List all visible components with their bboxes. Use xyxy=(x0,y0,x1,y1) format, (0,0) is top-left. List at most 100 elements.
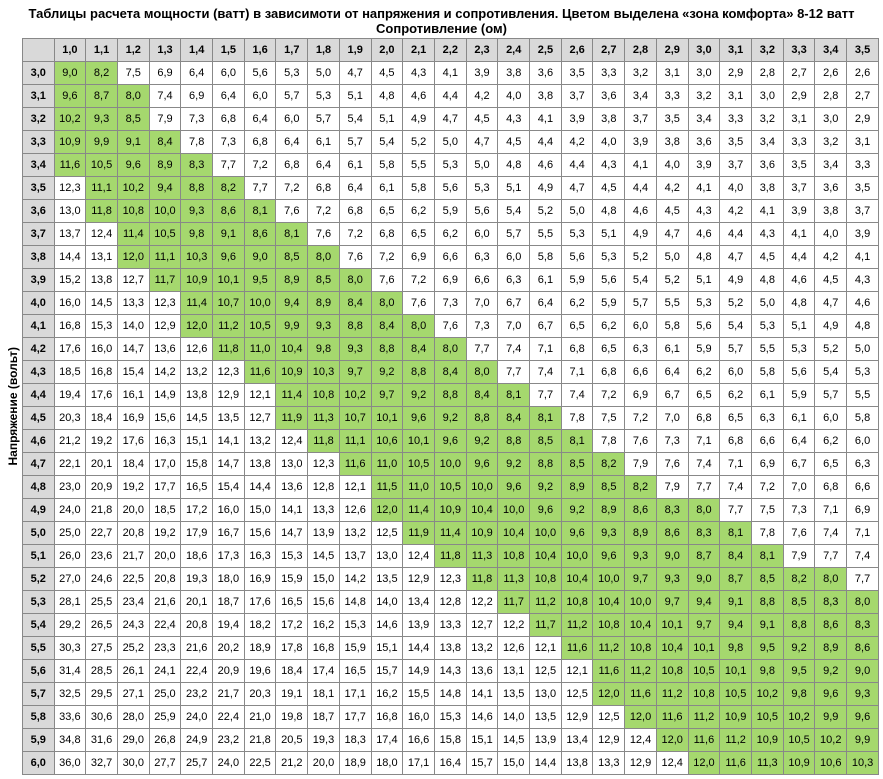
power-cell: 16,5 xyxy=(339,660,371,683)
power-cell: 12,3 xyxy=(54,177,86,200)
power-cell: 11,3 xyxy=(466,545,498,568)
power-cell: 7,0 xyxy=(783,476,815,499)
power-cell: 4,3 xyxy=(403,62,435,85)
power-cell: 12,8 xyxy=(434,591,466,614)
power-cell: 10,1 xyxy=(403,430,435,453)
power-cell: 7,6 xyxy=(434,315,466,338)
power-cell: 12,0 xyxy=(117,246,149,269)
power-cell: 13,7 xyxy=(339,545,371,568)
power-cell: 17,2 xyxy=(276,614,308,637)
power-cell: 5,0 xyxy=(466,154,498,177)
power-cell: 8,2 xyxy=(593,453,625,476)
power-cell: 10,2 xyxy=(54,108,86,131)
power-cell: 14,9 xyxy=(149,384,181,407)
power-cell: 14,4 xyxy=(54,246,86,269)
power-cell: 5,3 xyxy=(308,85,340,108)
power-cell: 3,9 xyxy=(625,131,657,154)
power-cell: 10,3 xyxy=(308,361,340,384)
power-cell: 3,1 xyxy=(656,62,688,85)
power-cell: 9,1 xyxy=(720,591,752,614)
power-cell: 7,1 xyxy=(561,361,593,384)
power-cell: 4,3 xyxy=(593,154,625,177)
col-header: 1,4 xyxy=(181,39,213,62)
power-cell: 4,7 xyxy=(466,131,498,154)
power-cell: 24,6 xyxy=(86,568,118,591)
power-cell: 5,1 xyxy=(498,177,530,200)
power-cell: 26,1 xyxy=(117,660,149,683)
power-cell: 8,0 xyxy=(434,338,466,361)
power-cell: 9,5 xyxy=(783,660,815,683)
power-cell: 26,8 xyxy=(149,729,181,752)
power-cell: 17,6 xyxy=(117,430,149,453)
power-cell: 3,2 xyxy=(688,85,720,108)
power-cell: 12,6 xyxy=(339,499,371,522)
power-cell: 7,3 xyxy=(213,131,245,154)
power-cell: 5,3 xyxy=(466,177,498,200)
power-cell: 6,8 xyxy=(244,131,276,154)
power-cell: 18,7 xyxy=(213,591,245,614)
power-cell: 9,8 xyxy=(308,338,340,361)
power-cell: 8,1 xyxy=(244,200,276,223)
power-cell: 4,8 xyxy=(498,154,530,177)
power-cell: 2,7 xyxy=(783,62,815,85)
power-cell: 5,6 xyxy=(466,200,498,223)
power-cell: 13,8 xyxy=(561,752,593,775)
power-cell: 12,3 xyxy=(308,453,340,476)
power-cell: 11,1 xyxy=(339,430,371,453)
power-cell: 20,3 xyxy=(244,683,276,706)
power-cell: 22,5 xyxy=(117,568,149,591)
power-cell: 9,6 xyxy=(466,453,498,476)
power-cell: 7,6 xyxy=(656,453,688,476)
power-cell: 8,8 xyxy=(403,361,435,384)
power-cell: 4,6 xyxy=(403,85,435,108)
power-cell: 6,4 xyxy=(308,154,340,177)
power-cell: 9,1 xyxy=(213,223,245,246)
power-cell: 4,5 xyxy=(815,269,847,292)
power-cell: 3,1 xyxy=(720,85,752,108)
power-cell: 7,3 xyxy=(434,292,466,315)
power-cell: 12,1 xyxy=(530,637,562,660)
power-cell: 8,8 xyxy=(181,177,213,200)
power-cell: 13,9 xyxy=(308,522,340,545)
power-cell: 24,0 xyxy=(54,499,86,522)
power-cell: 11,4 xyxy=(276,384,308,407)
power-cell: 4,0 xyxy=(656,154,688,177)
power-cell: 12,6 xyxy=(498,637,530,660)
power-cell: 9,1 xyxy=(117,131,149,154)
power-cell: 5,9 xyxy=(434,200,466,223)
power-cell: 11,6 xyxy=(593,660,625,683)
power-cell: 6,0 xyxy=(815,407,847,430)
power-cell: 14,7 xyxy=(213,453,245,476)
col-header: 3,1 xyxy=(720,39,752,62)
power-cell: 11,7 xyxy=(530,614,562,637)
power-cell: 11,5 xyxy=(371,476,403,499)
power-cell: 12,2 xyxy=(466,591,498,614)
power-cell: 16,3 xyxy=(149,430,181,453)
power-cell: 10,5 xyxy=(434,476,466,499)
power-cell: 7,6 xyxy=(403,292,435,315)
power-cell: 7,2 xyxy=(244,154,276,177)
power-cell: 6,2 xyxy=(815,430,847,453)
power-cell: 6,2 xyxy=(403,200,435,223)
power-cell: 6,6 xyxy=(466,269,498,292)
col-header: 2,8 xyxy=(625,39,657,62)
power-cell: 10,5 xyxy=(149,223,181,246)
power-cell: 9,0 xyxy=(244,246,276,269)
row-header: 5,9 xyxy=(23,729,55,752)
power-cell: 13,5 xyxy=(371,568,403,591)
power-cell: 12,5 xyxy=(561,683,593,706)
power-cell: 6,5 xyxy=(561,315,593,338)
power-cell: 8,2 xyxy=(625,476,657,499)
power-cell: 28,5 xyxy=(86,660,118,683)
power-cell: 11,1 xyxy=(149,246,181,269)
power-cell: 2,8 xyxy=(751,62,783,85)
power-cell: 12,1 xyxy=(339,476,371,499)
power-cell: 16,8 xyxy=(308,637,340,660)
power-cell: 20,9 xyxy=(86,476,118,499)
power-cell: 8,4 xyxy=(339,292,371,315)
power-cell: 22,7 xyxy=(86,522,118,545)
power-cell: 22,4 xyxy=(149,614,181,637)
power-cell: 13,5 xyxy=(213,407,245,430)
power-cell: 8,1 xyxy=(751,545,783,568)
power-cell: 18,4 xyxy=(276,660,308,683)
